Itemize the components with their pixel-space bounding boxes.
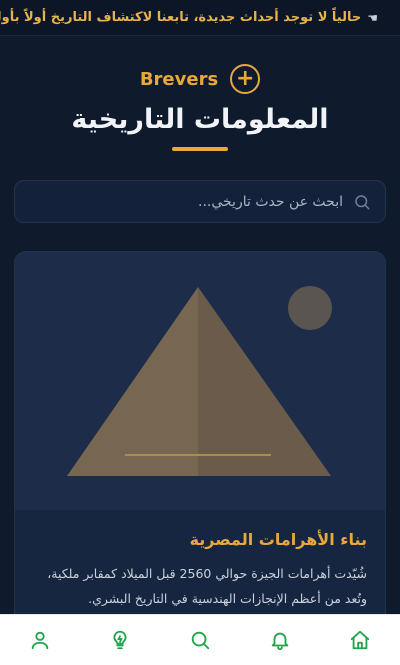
search-icon [355, 194, 370, 209]
card-description: شُيّدت أهرامات الجيزة حوالي 2560 قبل الم… [47, 566, 367, 606]
plus-circle-icon[interactable]: + [230, 64, 261, 94]
news-ticker: ☚ حالياً لا توجد أحداث جديدة، تابعنا لاك… [0, 0, 400, 36]
lightbulb-icon [113, 630, 127, 650]
pyramid-illustration [15, 252, 385, 510]
search-icon [191, 631, 210, 650]
brand-header: Brevers + [0, 64, 400, 94]
nav-item-profile[interactable] [20, 620, 60, 660]
search-bar[interactable] [14, 180, 386, 223]
nav-item-search[interactable] [180, 620, 220, 660]
history-card[interactable]: بناء الأهرامات المصرية شُيّدت أهرامات ال… [14, 251, 386, 665]
home-icon [350, 630, 370, 650]
nav-item-home[interactable] [340, 620, 380, 660]
card-title: بناء الأهرامات المصرية [189, 530, 367, 549]
nav-item-notifications[interactable] [260, 620, 300, 660]
user-icon [31, 631, 49, 650]
title-underline [172, 147, 228, 151]
page-title: المعلومات التاريخية [71, 104, 329, 135]
search-input[interactable] [29, 193, 343, 210]
bell-icon [271, 632, 289, 651]
brand-name: Brevers [139, 68, 219, 90]
nav-item-ideas[interactable] [100, 620, 140, 660]
hand-pointing-icon: ☚ [367, 10, 378, 25]
ticker-text: حالياً لا توجد أحداث جديدة، تابعنا لاكتش… [0, 10, 362, 25]
bottom-nav [0, 614, 400, 665]
